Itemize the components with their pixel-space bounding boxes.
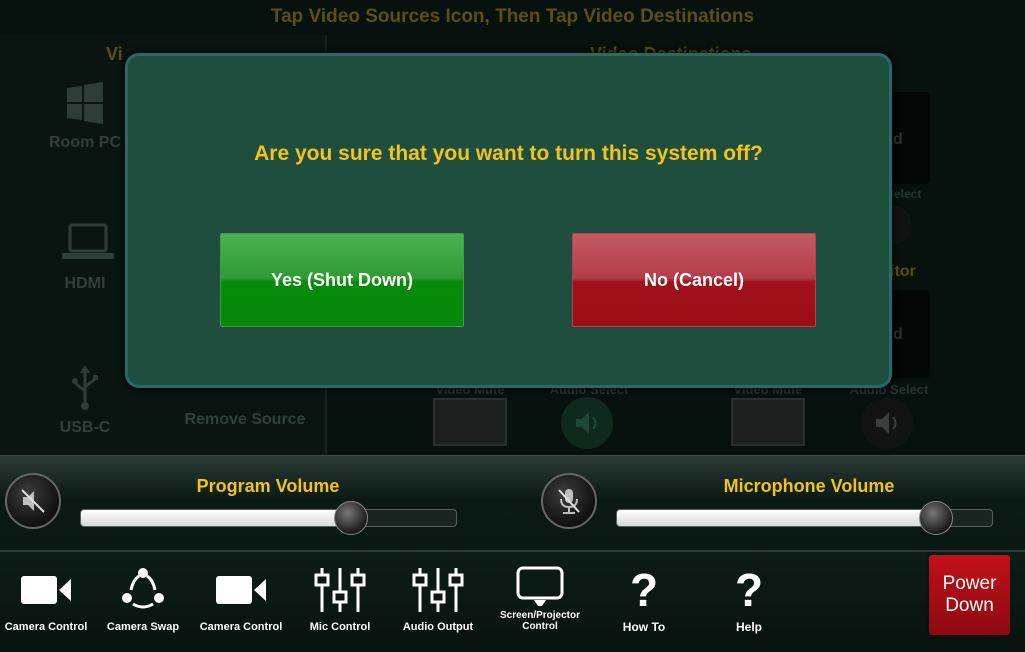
mic-muted-icon [558, 489, 580, 514]
bottom-toolbar: Camera Control Camera Swap Camera Contro… [0, 550, 1025, 652]
monitor-icon [492, 564, 588, 608]
question-icon: ? [629, 564, 659, 616]
power-down-button[interactable]: Power Down [929, 555, 1010, 635]
video-sources-title: Vi [106, 44, 123, 64]
microphone-mute-button[interactable] [541, 473, 597, 529]
camera-control-button[interactable]: Camera Control [0, 552, 94, 648]
microphone-volume-knob[interactable] [918, 501, 953, 535]
camera-swap-icon [95, 566, 191, 614]
how-to-button[interactable]: ? How To [596, 552, 692, 648]
program-volume-label: Program Volume [196, 476, 340, 496]
toolbar-label: Camera Swap [106, 621, 180, 633]
speaker-muted-icon [21, 489, 45, 513]
usb-icon [58, 365, 112, 411]
monitor-title-partial: itor [890, 263, 916, 280]
camera-control-button-2[interactable]: Camera Control [193, 552, 289, 648]
toolbar-label: Audio Output [402, 621, 474, 633]
windows-icon [58, 80, 112, 126]
question-icon: ? [734, 564, 764, 616]
destination-label-partial: d [893, 131, 903, 148]
laptop-icon [58, 221, 114, 267]
toolbar-label: Mic Control [309, 621, 371, 633]
program-volume-fill [81, 510, 351, 526]
power-label-line2: Down [945, 595, 994, 616]
audio-output-button[interactable]: Audio Output [390, 552, 486, 648]
source-label: USB-C [59, 419, 111, 436]
program-mute-button[interactable] [5, 473, 61, 529]
help-button[interactable]: ? Help [701, 552, 797, 648]
microphone-volume-slider[interactable] [616, 501, 993, 535]
screen-projector-control-button[interactable]: Screen/Projector Control [492, 552, 588, 648]
microphone-volume-label: Microphone Volume [723, 476, 895, 496]
camera-icon [0, 566, 94, 614]
destination-label-partial: d [893, 326, 903, 343]
video-mute-button[interactable] [433, 398, 507, 446]
toolbar-label: Screen/Projector Control [499, 610, 581, 632]
power-label-line1: Power [942, 573, 997, 594]
yes-shut-down-button[interactable]: Yes (Shut Down) [220, 233, 464, 327]
toolbar-label: Camera Control [4, 621, 88, 633]
camera-swap-button[interactable]: Camera Swap [95, 552, 191, 648]
toolbar-label: Help [735, 620, 762, 634]
microphone-volume-fill [617, 510, 936, 526]
video-mute-button[interactable] [731, 398, 805, 446]
dialog-question: Are you sure that you want to turn this … [254, 142, 763, 165]
remove-source-button[interactable]: Remove Source [180, 410, 310, 429]
mixer-icon [292, 566, 388, 614]
toolbar-label: Camera Control [199, 621, 283, 633]
audio-select-button[interactable] [861, 397, 913, 449]
audio-select-button[interactable] [561, 397, 613, 449]
instruction-title: Tap Video Sources Icon, Then Tap Video D… [270, 6, 755, 27]
mic-control-button[interactable]: Mic Control [292, 552, 388, 648]
no-cancel-button[interactable]: No (Cancel) [572, 233, 816, 327]
shutdown-confirm-dialog: Are you sure that you want to turn this … [125, 53, 892, 388]
speaker-icon [576, 412, 597, 434]
program-volume-knob[interactable] [334, 501, 368, 535]
program-volume-slider[interactable] [80, 501, 457, 535]
volume-section: Program Volume Microphone Volume [0, 455, 1025, 551]
camera-icon [193, 566, 289, 614]
speaker-icon [876, 412, 897, 434]
mixer-icon [390, 566, 486, 614]
toolbar-label: How To [622, 620, 666, 634]
